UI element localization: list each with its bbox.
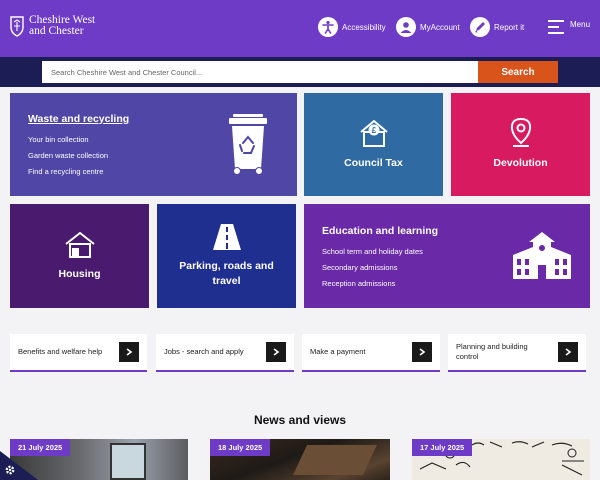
quicklink-payment-label: Make a payment	[310, 347, 366, 356]
quicklink-planning-label-line1: Planning and building	[456, 342, 528, 351]
road-icon	[212, 224, 241, 250]
quicklink-jobs[interactable]: Jobs - search and apply	[156, 334, 294, 372]
news-section-title: News and views	[253, 413, 347, 427]
tile-parking-title-line2: travel	[212, 275, 241, 287]
map-pin-icon	[510, 118, 531, 147]
search-input[interactable]	[42, 61, 478, 83]
quicklink-make-payment[interactable]: Make a payment	[302, 334, 440, 372]
pencil-icon	[470, 17, 490, 37]
news-image-window	[110, 443, 146, 480]
logo-text-line2: and Chester	[29, 25, 84, 37]
school-building-icon	[513, 232, 571, 279]
wheelie-bin-icon	[229, 114, 267, 175]
news-date-badge: 18 July 2025	[210, 439, 271, 456]
tile-parking-roads-travel[interactable]: Parking, roads and travel	[157, 204, 296, 308]
tile-education-learning[interactable]: Education and learning School term and h…	[304, 204, 590, 308]
quicklink-benefits-welfare[interactable]: Benefits and welfare help	[10, 334, 147, 372]
myaccount-link[interactable]: MyAccount	[396, 17, 460, 37]
quicklink-planning-label-line2: control	[456, 352, 479, 361]
tile-devolution-title: Devolution	[493, 157, 548, 169]
user-icon	[396, 17, 416, 37]
news-card[interactable]: 17 July 2025	[412, 439, 590, 480]
news-date-badge: 17 July 2025	[412, 439, 473, 456]
council-logo[interactable]: Cheshire West and Chester	[9, 14, 95, 37]
chevron-right-icon	[558, 342, 578, 362]
news-image-highlight	[293, 445, 377, 475]
gear-icon	[5, 465, 15, 475]
house-icon	[64, 231, 95, 258]
tile-council-tax-title: Council Tax	[344, 157, 403, 169]
tile-waste-recycling[interactable]: Waste and recycling Your bin collection …	[10, 93, 297, 196]
hamburger-icon	[548, 20, 564, 34]
search-button[interactable]: Search	[478, 61, 558, 83]
tile-housing-title: Housing	[58, 267, 101, 280]
chevron-right-icon	[412, 342, 432, 362]
quicklink-jobs-label: Jobs - search and apply	[164, 347, 244, 356]
tile-council-tax[interactable]: £ Council Tax	[304, 93, 443, 196]
accessibility-label: Accessibility	[342, 22, 386, 32]
chevron-right-icon	[266, 342, 286, 362]
myaccount-label: MyAccount	[420, 22, 460, 32]
svg-text:£: £	[371, 126, 376, 135]
news-card[interactable]: 18 July 2025	[210, 439, 390, 480]
site-header: Cheshire West and Chester Accessibility …	[0, 0, 600, 57]
tile-devolution[interactable]: Devolution	[451, 93, 590, 196]
menu-label: Menu	[570, 19, 591, 29]
report-it-link[interactable]: Report it	[470, 17, 524, 37]
tile-parking-title-line1: Parking, roads and	[179, 260, 274, 272]
quicklink-benefits-label: Benefits and welfare help	[18, 347, 103, 356]
news-date-badge: 21 July 2025	[10, 439, 71, 456]
crest-icon	[10, 16, 24, 37]
accessibility-link[interactable]: Accessibility	[318, 17, 386, 37]
tile-housing[interactable]: Housing	[10, 204, 149, 308]
report-it-label: Report it	[494, 22, 525, 32]
house-pound-icon: £	[359, 119, 388, 147]
menu-button[interactable]: Menu	[548, 20, 590, 34]
chevron-right-icon	[119, 342, 139, 362]
news-card[interactable]: 21 July 2025	[10, 439, 188, 480]
accessibility-icon	[318, 17, 338, 37]
quicklink-planning-building[interactable]: Planning and building control	[448, 334, 586, 372]
